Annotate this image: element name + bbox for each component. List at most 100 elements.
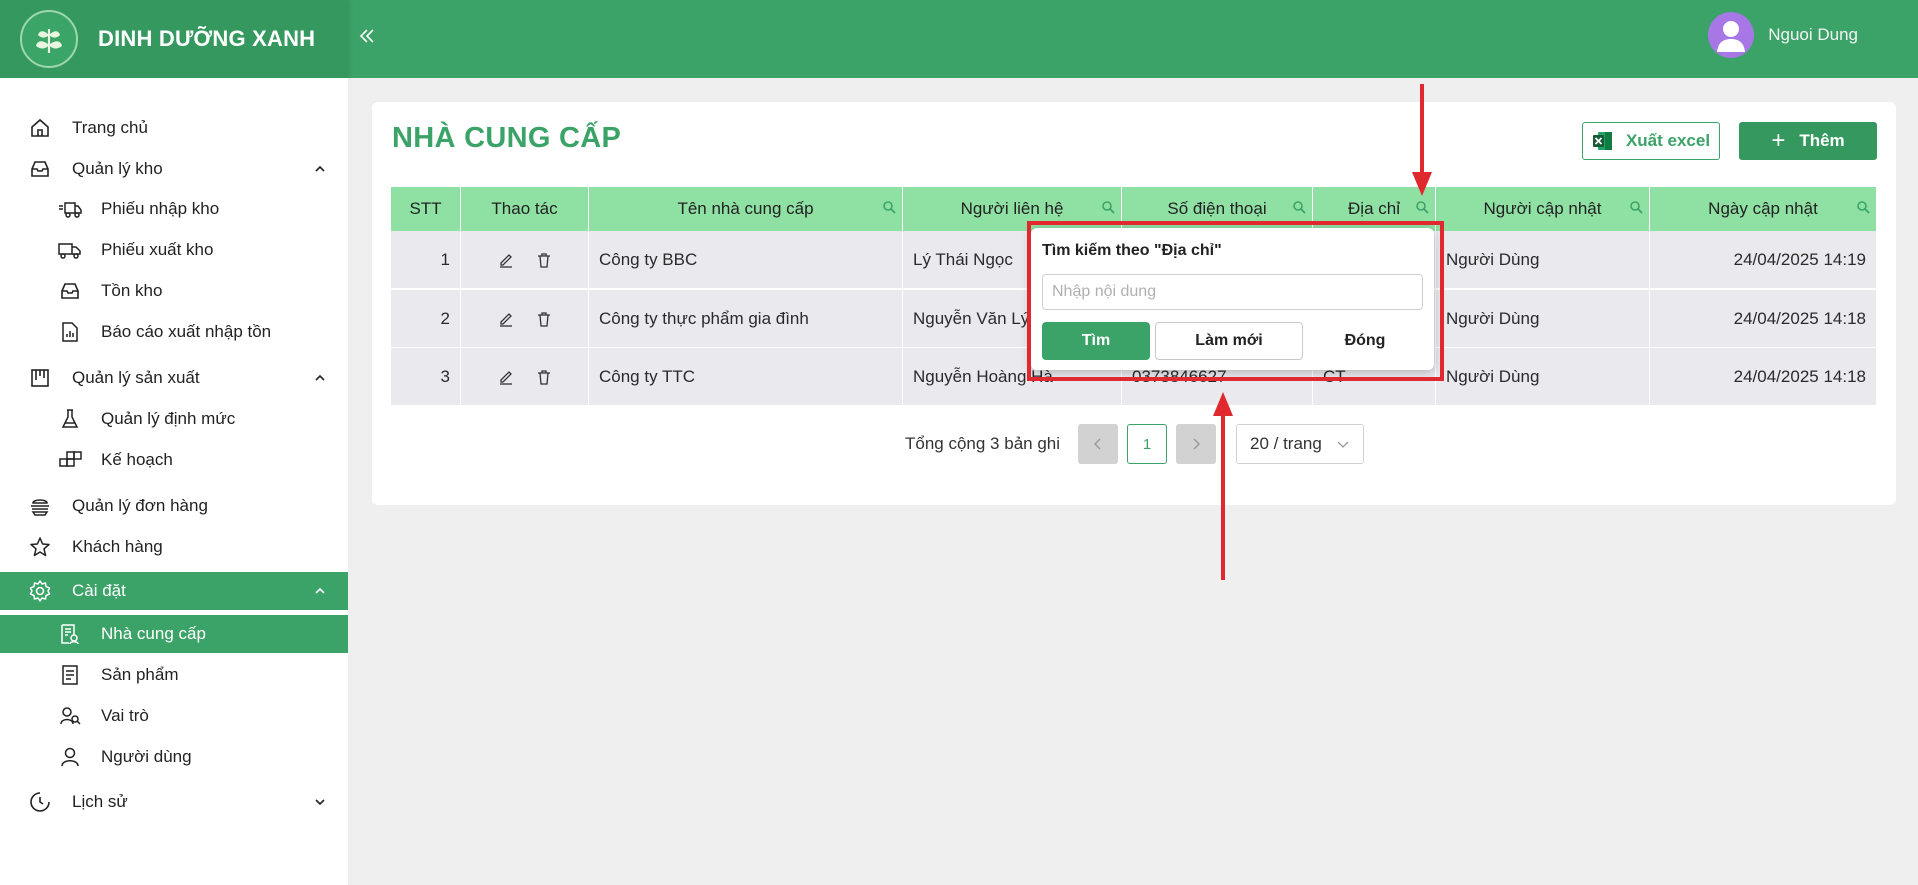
add-button[interactable]: + Thêm <box>1739 122 1877 160</box>
sidebar-item-warehouse-issue[interactable]: Phiếu xuất kho <box>0 232 348 268</box>
next-page-button[interactable] <box>1176 424 1216 464</box>
cell-updated-at: 24/04/2025 14:19 <box>1733 250 1866 269</box>
sidebar-item-settings[interactable]: Cài đặt <box>0 572 348 610</box>
sidebar: Trang chủ Quản lý kho Phiếu nhập kho Phi… <box>0 78 348 885</box>
sidebar-item-suppliers[interactable]: Nhà cung cấp <box>0 615 348 653</box>
cell-updated-at: 24/04/2025 14:18 <box>1733 309 1866 328</box>
search-icon[interactable] <box>1856 200 1870 214</box>
edit-icon[interactable] <box>497 310 515 328</box>
chevron-left-icon <box>1094 438 1101 450</box>
brand: DINH DƯỠNG XANH <box>0 0 348 78</box>
cell-updated-by: Người Dùng <box>1436 348 1650 406</box>
collapse-sidebar-button[interactable] <box>350 18 384 54</box>
sidebar-item-label: Người dùng <box>101 747 192 766</box>
search-icon[interactable] <box>1415 200 1429 214</box>
delete-icon[interactable] <box>535 310 553 328</box>
plus-icon: + <box>1771 127 1786 154</box>
top-header: DINH DƯỠNG XANH Nguoi Dung <box>0 0 1918 78</box>
user-name: Nguoi Dung <box>1768 25 1858 44</box>
export-excel-button[interactable]: Xuất excel <box>1582 122 1720 160</box>
page-title: NHÀ CUNG CẤP <box>392 122 622 154</box>
pagination: Tổng cộng 3 bản ghi 1 20 / trang <box>372 424 1896 464</box>
order-icon <box>27 493 53 519</box>
brand-name: DINH DƯỠNG XANH <box>98 26 316 51</box>
search-icon[interactable] <box>1101 200 1115 214</box>
double-chevron-left-icon <box>359 29 374 43</box>
factory-icon <box>27 365 53 391</box>
sidebar-item-history[interactable]: Lịch sử <box>0 784 348 820</box>
annotation-highlight-box <box>1027 221 1444 381</box>
sidebar-item-customers[interactable]: Khách hàng <box>0 529 348 565</box>
cell-actions <box>461 348 589 406</box>
chevron-up-icon <box>312 370 328 386</box>
sidebar-item-label: Phiếu nhập kho <box>101 199 220 218</box>
edit-icon[interactable] <box>497 251 515 269</box>
search-icon[interactable] <box>1629 200 1643 214</box>
leaf-logo-icon <box>20 10 78 68</box>
chevron-down-icon <box>1337 441 1349 448</box>
sidebar-item-plan[interactable]: Kế hoạch <box>0 442 348 478</box>
sidebar-item-label: Quản lý đơn hàng <box>72 496 208 515</box>
inbox-icon <box>57 278 83 304</box>
sidebar-item-roles[interactable]: Vai trò <box>0 698 348 734</box>
flask-icon <box>57 406 83 432</box>
avatar[interactable] <box>1708 12 1755 58</box>
annotation-arrow-down <box>1412 84 1432 196</box>
truck-in-icon <box>57 196 83 222</box>
search-icon[interactable] <box>1292 200 1306 214</box>
total-records: Tổng cộng 3 bản ghi <box>905 434 1061 453</box>
cell-updated-at: 24/04/2025 14:18 <box>1733 367 1866 386</box>
add-label: Thêm <box>1799 131 1845 150</box>
delete-icon[interactable] <box>535 368 553 386</box>
sidebar-item-users[interactable]: Người dùng <box>0 739 348 775</box>
sidebar-item-label: Lịch sử <box>72 792 128 811</box>
edit-icon[interactable] <box>497 368 515 386</box>
sidebar-item-warehouse[interactable]: Quản lý kho <box>0 151 348 187</box>
sidebar-item-label: Tồn kho <box>101 281 163 300</box>
search-icon[interactable] <box>882 200 896 214</box>
document-icon <box>57 662 83 688</box>
sidebar-item-products[interactable]: Sản phẩm <box>0 657 348 693</box>
cell-supplier-name: Công ty TTC <box>589 348 903 406</box>
inbox-icon <box>27 156 53 182</box>
prev-page-button[interactable] <box>1078 424 1118 464</box>
chevron-up-icon <box>312 583 328 599</box>
cell-supplier-name: Công ty thực phẩm gia đình <box>589 290 903 348</box>
export-excel-label: Xuất excel <box>1625 131 1711 150</box>
sidebar-item-warehouse-receipt[interactable]: Phiếu nhập kho <box>0 191 348 227</box>
blocks-icon <box>57 447 83 473</box>
excel-icon <box>1592 130 1614 152</box>
delete-icon[interactable] <box>535 251 553 269</box>
users-icon <box>57 703 83 729</box>
column-header-updated-by: Người cập nhật <box>1436 187 1650 231</box>
chevron-down-icon <box>312 794 328 810</box>
sidebar-item-stock-report[interactable]: Báo cáo xuất nhập tồn <box>0 314 348 350</box>
cell-actions <box>461 231 589 289</box>
sidebar-item-norms[interactable]: Quản lý định mức <box>0 401 348 437</box>
gear-icon <box>27 578 53 604</box>
sidebar-item-label: Quản lý kho <box>72 159 163 178</box>
column-header-supplier-name: Tên nhà cung cấp <box>589 187 903 231</box>
cell-actions <box>461 290 589 348</box>
supplier-doc-icon <box>57 621 83 647</box>
page-button-current[interactable]: 1 <box>1127 424 1167 464</box>
sidebar-item-label: Quản lý định mức <box>101 409 236 428</box>
sidebar-item-production[interactable]: Quản lý sản xuất <box>0 360 348 396</box>
sidebar-item-inventory[interactable]: Tồn kho <box>0 273 348 309</box>
column-header-updated-at: Ngày cập nhật <box>1650 187 1876 231</box>
cell-updated-by: Người Dùng <box>1436 231 1650 289</box>
column-header-actions: Thao tác <box>461 187 589 231</box>
sidebar-item-orders[interactable]: Quản lý đơn hàng <box>0 488 348 524</box>
annotation-arrow-up <box>1213 392 1233 580</box>
sidebar-item-label: Cài đặt <box>72 581 126 600</box>
user-menu[interactable]: Nguoi Dung <box>1708 12 1858 58</box>
sidebar-item-label: Kế hoạch <box>101 450 173 469</box>
sidebar-item-label: Khách hàng <box>72 537 163 556</box>
cell-stt: 3 <box>391 348 461 406</box>
star-icon <box>27 534 53 560</box>
page-size-select[interactable]: 20 / trang <box>1236 424 1364 464</box>
report-icon <box>57 319 83 345</box>
sidebar-item-home[interactable]: Trang chủ <box>0 110 348 146</box>
sidebar-item-label: Trang chủ <box>72 118 148 137</box>
user-avatar-icon <box>1717 21 1746 52</box>
